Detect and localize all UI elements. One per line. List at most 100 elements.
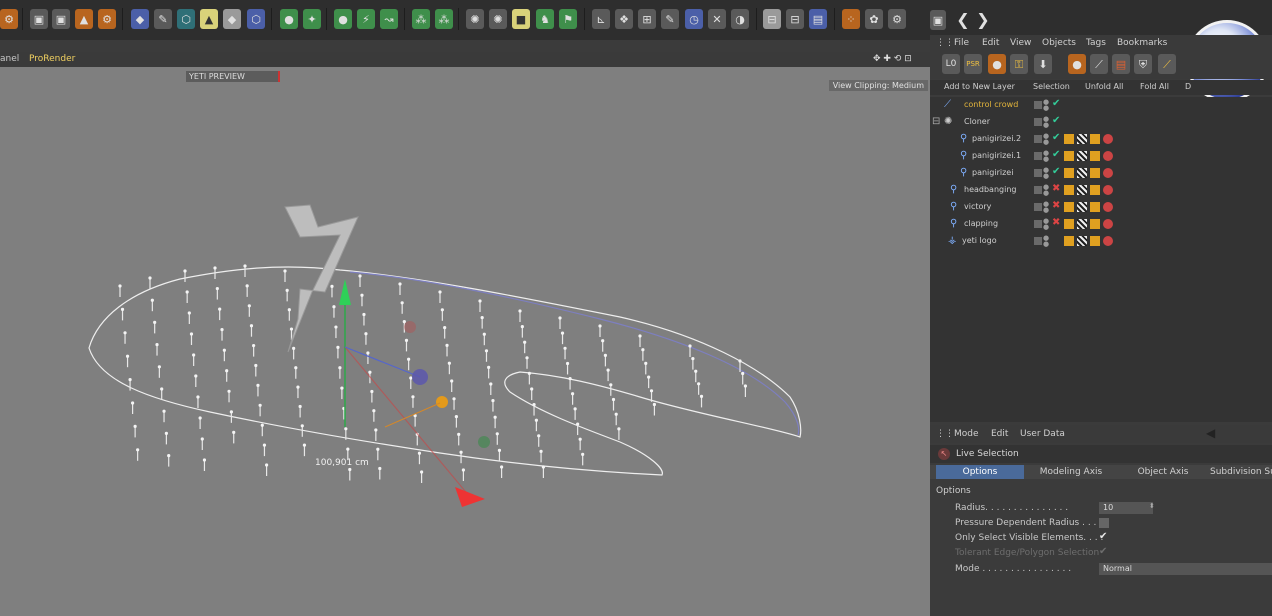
motion-tag-icon[interactable] xyxy=(1064,151,1074,161)
layout-icon[interactable]: ▣ xyxy=(930,10,946,30)
motion-tag-icon[interactable] xyxy=(1064,202,1074,212)
layer-zero-icon[interactable]: L0 xyxy=(942,54,960,74)
download-arrow-icon[interactable]: ⬇ xyxy=(1034,54,1052,74)
cloner-icon[interactable]: ⁂ xyxy=(412,9,430,29)
am-back-arrow-icon[interactable]: ◀ xyxy=(1206,426,1215,440)
visibility-toggle[interactable] xyxy=(1034,152,1042,160)
enabled-check-icon[interactable]: ✔ xyxy=(1052,132,1060,143)
layout-2-icon[interactable]: ⊟ xyxy=(786,9,804,29)
settings-gear-icon[interactable]: ✺ xyxy=(466,9,484,29)
editor-render-dots[interactable]: ● ● xyxy=(1043,201,1049,214)
clock-icon[interactable]: ◷ xyxy=(685,9,703,29)
checker-tag-icon[interactable] xyxy=(1077,151,1087,161)
mode-select[interactable]: Normal xyxy=(1099,563,1272,575)
editor-render-dots[interactable]: ● ● xyxy=(1043,133,1049,146)
edit-render-settings-icon[interactable]: ⚙ xyxy=(98,9,116,29)
layout-3-icon[interactable]: ▤ xyxy=(809,9,827,29)
axis-icon[interactable]: ◑ xyxy=(731,9,749,29)
render-picture-viewer-icon[interactable]: ▣ xyxy=(52,9,70,29)
viewport-menu-panel[interactable]: anel xyxy=(0,54,19,64)
motion-tag-icon[interactable] xyxy=(1090,202,1100,212)
motion-tag-icon[interactable] xyxy=(1090,134,1100,144)
radius-input[interactable]: 10 xyxy=(1099,502,1153,514)
viewport-nav-icons[interactable]: ✥ ✚ ⟲ ⊡ xyxy=(873,54,912,64)
list-item[interactable]: ⚲ panigirizei.1 ● ● ✔ xyxy=(930,148,1272,165)
tolerant-selection-checkbox[interactable]: ✔ xyxy=(1099,547,1109,557)
editor-render-dots[interactable]: ● ● xyxy=(1043,218,1049,231)
only-visible-checkbox[interactable]: ✔ xyxy=(1099,532,1109,542)
motion-tag-icon[interactable] xyxy=(1064,236,1074,246)
cube-icon[interactable]: ◆ xyxy=(131,9,149,29)
list-item[interactable]: ⚶ yeti logo ● ● xyxy=(930,233,1272,250)
disabled-x-icon[interactable]: ✖ xyxy=(1052,183,1060,194)
material-ball-icon[interactable] xyxy=(1103,236,1113,246)
enabled-check-icon[interactable]: ✔ xyxy=(1052,149,1060,160)
editor-render-dots[interactable]: ● ● xyxy=(1043,99,1049,112)
brush-icon[interactable]: ✎ xyxy=(661,9,679,29)
visibility-toggle[interactable] xyxy=(1034,220,1042,228)
checker-tag-icon[interactable] xyxy=(1077,202,1087,212)
light-icon[interactable]: ✦ xyxy=(303,9,321,29)
tab-options[interactable]: Options xyxy=(936,465,1024,479)
om-menu-edit[interactable]: Edit xyxy=(982,38,999,48)
key-icon[interactable]: ⚿ xyxy=(1010,54,1028,74)
layout-icon[interactable]: ⊟ xyxy=(763,9,781,29)
om-menu-bookmarks[interactable]: Bookmarks xyxy=(1117,38,1167,48)
array-icon[interactable]: ▲ xyxy=(200,9,218,29)
unfold-all-button[interactable]: Unfold All xyxy=(1085,82,1123,91)
visibility-toggle[interactable] xyxy=(1034,118,1042,126)
disabled-x-icon[interactable]: ✖ xyxy=(1052,217,1060,228)
checker-tag-icon[interactable] xyxy=(1077,236,1087,246)
list-item[interactable]: ⚲ victory ● ● ✖ xyxy=(930,199,1272,216)
checker-tag-icon[interactable] xyxy=(1077,219,1087,229)
enabled-check-icon[interactable]: ✔ xyxy=(1052,98,1060,109)
spline-tool-icon[interactable]: ✺ xyxy=(489,9,507,29)
visibility-toggle[interactable] xyxy=(1034,186,1042,194)
disabled-x-icon[interactable]: ✖ xyxy=(1052,200,1060,211)
material-ball-icon[interactable] xyxy=(1103,185,1113,195)
quantize-icon[interactable]: ❖ xyxy=(615,9,633,29)
am-menu-user-data[interactable]: User Data xyxy=(1020,429,1065,439)
list-item[interactable]: ⚲ panigirizei.2 ● ● ✔ xyxy=(930,131,1272,148)
tracer-icon[interactable]: ↝ xyxy=(380,9,398,29)
camera-icon[interactable]: ● xyxy=(280,9,298,29)
radius-stepper-icon[interactable]: ⬍ xyxy=(1149,502,1155,510)
checker-tag-icon[interactable] xyxy=(1077,168,1087,178)
brush-tag-icon[interactable]: ⟋ xyxy=(1090,54,1108,74)
selection-button[interactable]: Selection xyxy=(1033,82,1070,91)
enabled-check-icon[interactable]: ✔ xyxy=(1052,166,1060,177)
motion-tag-icon[interactable] xyxy=(1090,236,1100,246)
material-ball-icon[interactable] xyxy=(1103,168,1113,178)
material-tag-icon[interactable]: ● xyxy=(1068,54,1086,74)
add-to-new-layer-button[interactable]: Add to New Layer xyxy=(944,82,1015,91)
om-menu-tags[interactable]: Tags xyxy=(1086,38,1106,48)
editor-render-dots[interactable]: ● ● xyxy=(1043,235,1049,248)
enabled-check-icon[interactable]: ✔ xyxy=(1052,115,1060,126)
plugin-icon[interactable]: ✿ xyxy=(865,9,883,29)
tab-subdivision-surface[interactable]: Subdivision Su xyxy=(1210,465,1272,479)
om-menu-objects[interactable]: Objects xyxy=(1042,38,1076,48)
motion-tag-icon[interactable] xyxy=(1090,168,1100,178)
visibility-toggle[interactable] xyxy=(1034,203,1042,211)
list-item[interactable]: ⊟ ✺ Cloner ● ● ✔ xyxy=(930,114,1272,131)
environment-icon[interactable]: ⬡ xyxy=(247,9,265,29)
motion-tag-icon[interactable] xyxy=(1064,134,1074,144)
render-view-icon[interactable]: ▣ xyxy=(30,9,48,29)
snap-icon[interactable]: ⊾ xyxy=(592,9,610,29)
pressure-radius-checkbox[interactable] xyxy=(1099,518,1109,528)
motion-tag-icon[interactable] xyxy=(1064,168,1074,178)
visibility-toggle[interactable] xyxy=(1034,169,1042,177)
om-drag-handle-icon[interactable]: ⋮⋮ xyxy=(936,38,954,48)
material-ball-icon[interactable] xyxy=(1103,202,1113,212)
viewport-menu-prorender[interactable]: ProRender xyxy=(29,54,75,64)
visibility-toggle[interactable] xyxy=(1034,135,1042,143)
filter-more-button[interactable]: D xyxy=(1185,82,1191,91)
psr-icon[interactable]: PSR xyxy=(964,54,982,74)
list-item[interactable]: ⚲ clapping ● ● ✖ xyxy=(930,216,1272,233)
shield-tag-icon[interactable]: ⛨ xyxy=(1134,54,1152,74)
material-ball-icon[interactable] xyxy=(1103,219,1113,229)
editor-render-dots[interactable]: ● ● xyxy=(1043,116,1049,129)
am-drag-handle-icon[interactable]: ⋮⋮ xyxy=(936,429,954,439)
3d-viewport[interactable]: YETI PREVIEW View Clipping: Medium 100,9… xyxy=(0,67,930,616)
motion-tag-icon[interactable] xyxy=(1090,219,1100,229)
